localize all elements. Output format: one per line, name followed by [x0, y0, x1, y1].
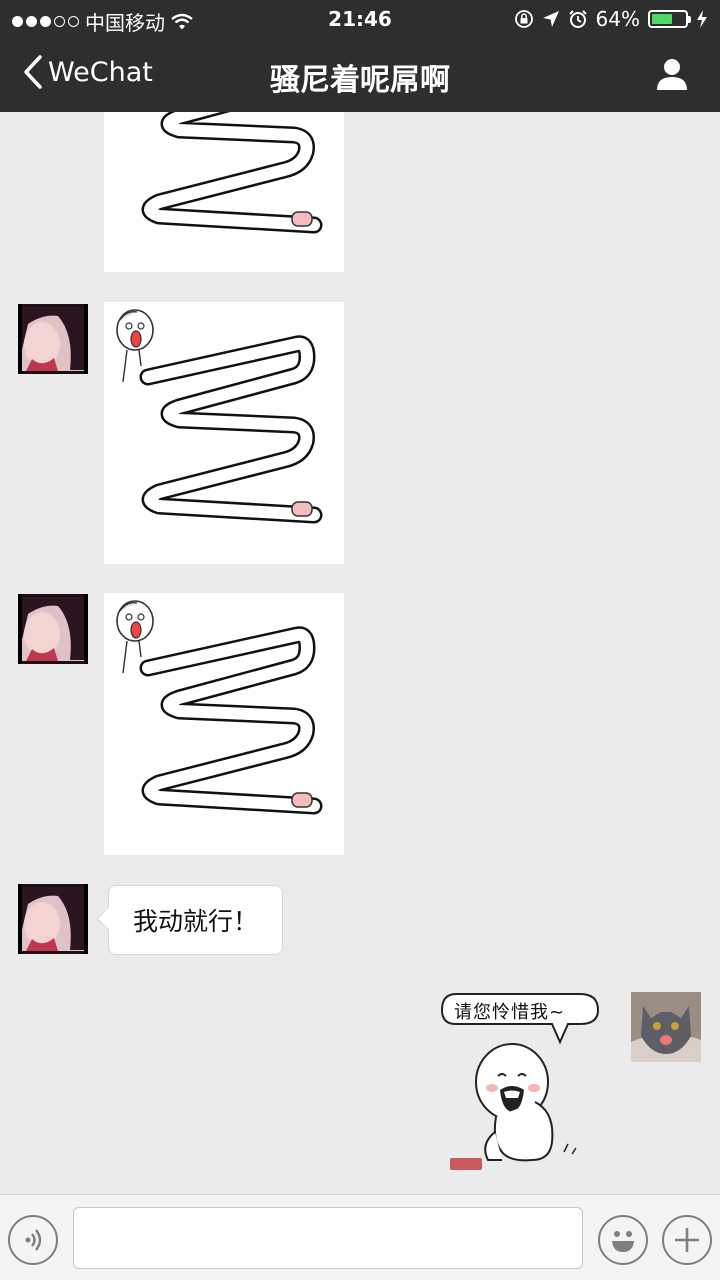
input-bar — [0, 1194, 720, 1280]
status-bar: 中国移动 21:46 64% — [0, 0, 720, 40]
cartoon-face — [109, 306, 159, 386]
sticker-message[interactable] — [104, 112, 344, 272]
chat-info-button[interactable] — [654, 56, 690, 96]
battery-icon — [648, 10, 691, 28]
voice-button[interactable] — [8, 1215, 58, 1265]
contact-avatar[interactable] — [18, 594, 88, 664]
message-list[interactable]: 我动就行！ 请您怜惜我~ — [0, 112, 720, 1194]
my-avatar[interactable] — [631, 992, 701, 1062]
message-input[interactable] — [73, 1207, 583, 1269]
contact-avatar[interactable] — [18, 304, 88, 374]
voice-icon — [25, 1229, 42, 1251]
avatar — [18, 884, 88, 954]
orientation-lock-icon — [514, 10, 533, 28]
text-message-bubble[interactable]: 我动就行！ — [108, 885, 283, 955]
cat-avatar — [631, 992, 701, 1062]
emoji-icon — [612, 1231, 634, 1252]
sticker-message[interactable]: 请您怜惜我~ — [440, 992, 610, 1172]
location-icon — [542, 11, 559, 27]
profile-icon — [657, 59, 687, 90]
charging-icon — [697, 10, 707, 28]
battery-percent: 64% — [595, 7, 640, 31]
sticker-caption: 请您怜惜我~ — [454, 1002, 566, 1023]
sticker-message[interactable] — [104, 302, 344, 564]
nav-bar: WeChat 骚尼着呢屌啊 — [0, 40, 720, 112]
emoji-button[interactable] — [598, 1215, 648, 1265]
sticker-message[interactable] — [104, 593, 344, 855]
message-text: 我动就行！ — [132, 907, 258, 936]
zigzag-arm-sticker — [104, 112, 344, 272]
alarm-icon — [568, 10, 587, 28]
battery-fill — [652, 14, 673, 24]
contact-avatar[interactable] — [18, 884, 88, 954]
plus-icon — [675, 1228, 699, 1252]
avatar — [18, 594, 88, 664]
avatar — [18, 304, 88, 374]
chat-title: 骚尼着呢屌啊 — [270, 63, 450, 98]
status-right: 64% — [514, 7, 708, 31]
more-button[interactable] — [662, 1215, 712, 1265]
cartoon-face — [109, 597, 159, 677]
